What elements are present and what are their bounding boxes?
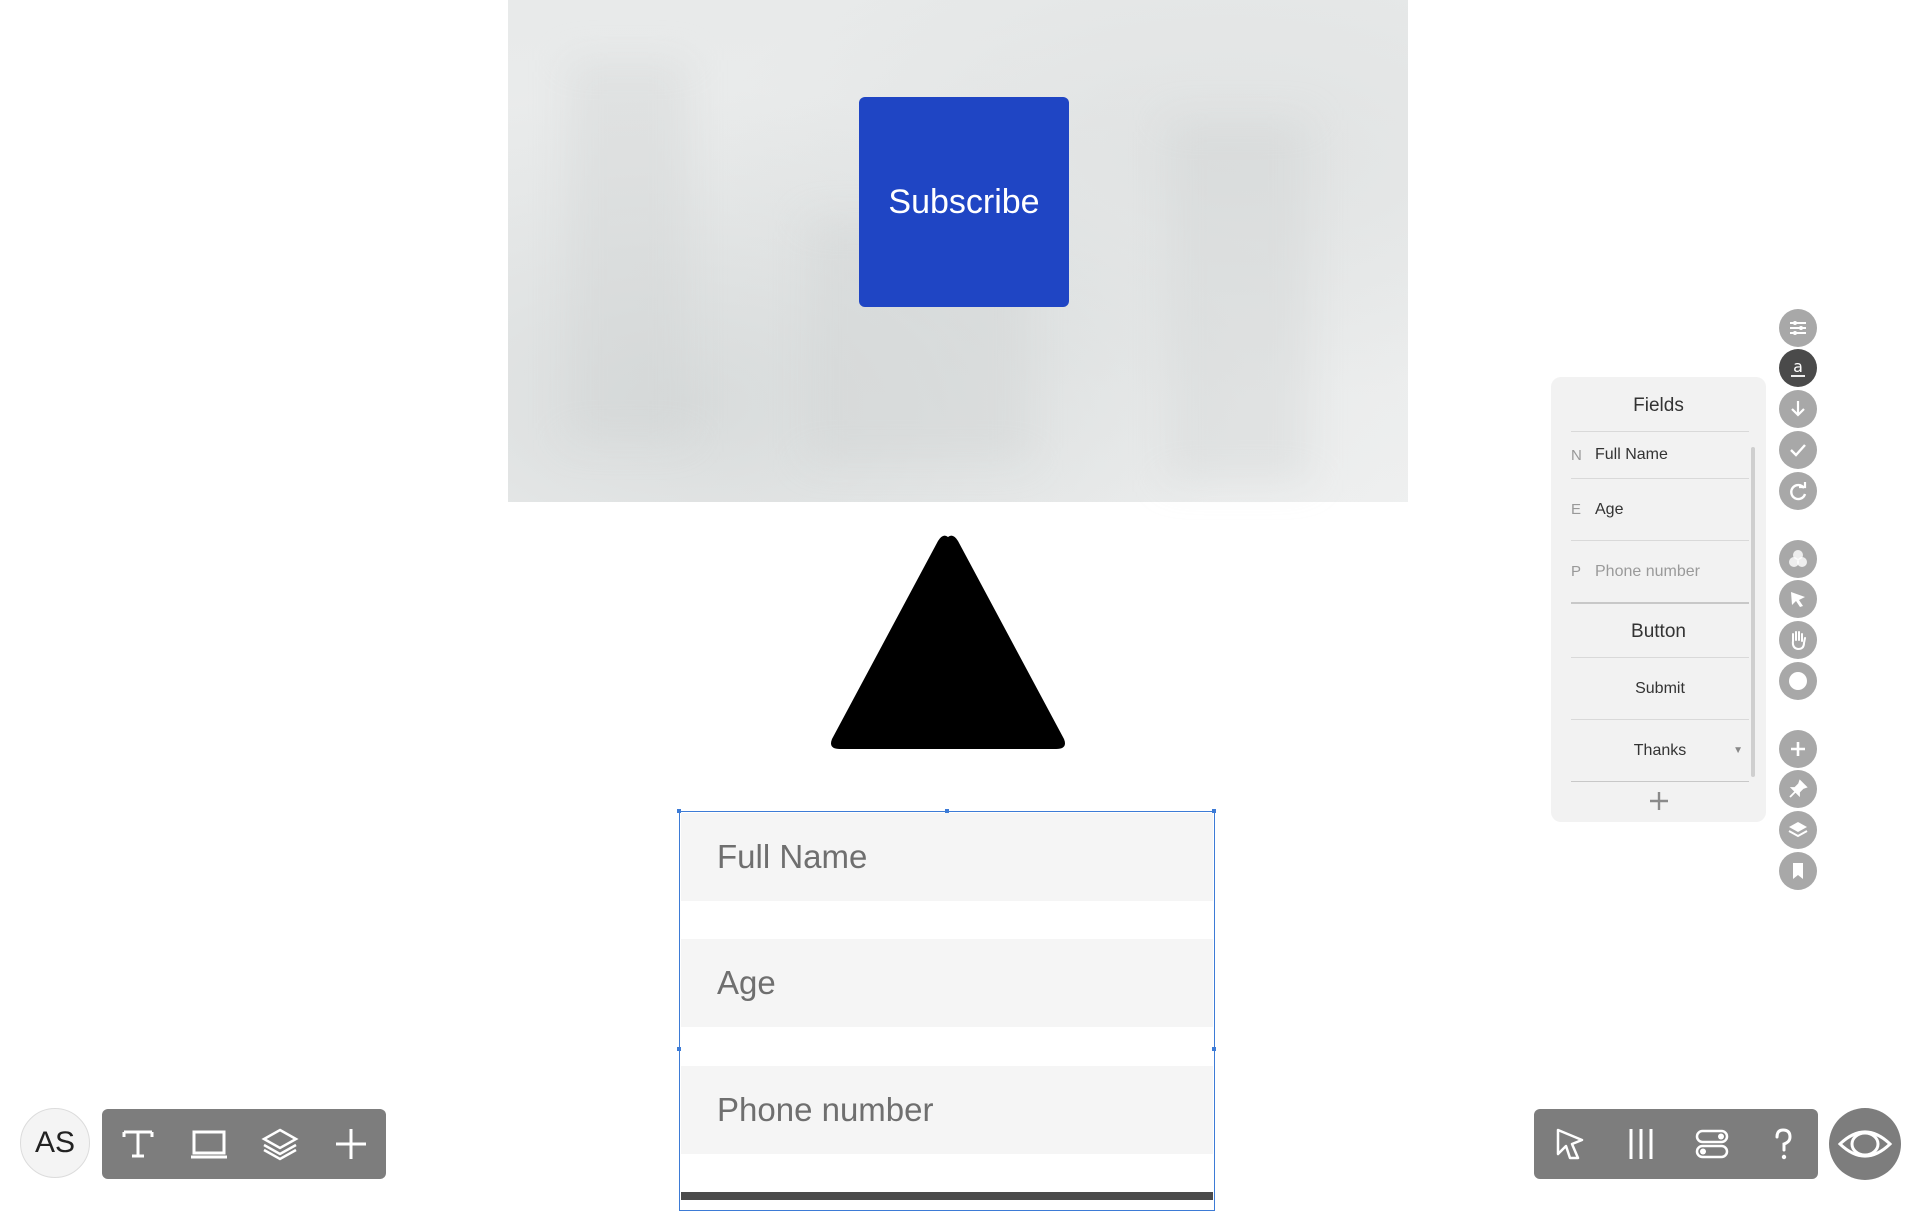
phone-number-field[interactable]: Phone number <box>681 1066 1213 1154</box>
form-submit-button[interactable] <box>681 1192 1213 1200</box>
frame-tool-button[interactable] <box>173 1109 244 1179</box>
add-icon <box>335 1129 366 1159</box>
adjust-icon <box>1790 321 1806 335</box>
age-placeholder: Age <box>717 964 776 1001</box>
layers-icon <box>260 1128 299 1161</box>
redo-icon <box>1790 482 1807 501</box>
panel-scrollbar[interactable] <box>1751 447 1755 777</box>
button-item-label: Thanks <box>1633 741 1687 759</box>
rail-redo-button[interactable] <box>1779 472 1817 510</box>
rail-pointer-button[interactable] <box>1779 580 1817 618</box>
columns-icon <box>1629 1129 1652 1159</box>
bottom-left-toolbar <box>102 1109 386 1179</box>
rail-adjust-button[interactable] <box>1779 309 1817 347</box>
rail-shadow-button[interactable] <box>1779 662 1817 700</box>
image-texture <box>1168 120 1308 480</box>
button-item-label: Submit <box>1635 679 1685 697</box>
layers-tool-button[interactable] <box>244 1109 315 1179</box>
text-style-icon: a <box>1791 357 1805 377</box>
add-icon <box>1791 742 1805 756</box>
text-tool-button[interactable] <box>102 1109 173 1179</box>
select-tool-icon <box>1556 1128 1583 1160</box>
resize-handle[interactable] <box>1212 1047 1216 1051</box>
frame-tool-icon <box>190 1130 227 1159</box>
text-tool-icon <box>122 1130 153 1158</box>
check-icon <box>1790 444 1806 457</box>
rail-check-button[interactable] <box>1779 431 1817 469</box>
toggle-icon <box>1695 1129 1728 1159</box>
age-field[interactable]: Age <box>681 939 1213 1027</box>
svg-text:a: a <box>1793 357 1803 376</box>
panel-divider <box>1571 781 1749 782</box>
phone-number-placeholder: Phone number <box>717 1091 934 1128</box>
hand-icon <box>1791 631 1806 651</box>
button-section-title: Button <box>1631 621 1686 642</box>
button-item-submit[interactable]: Submit <box>1571 657 1749 719</box>
resize-handle[interactable] <box>677 1047 681 1051</box>
bottom-right-toolbar <box>1534 1109 1818 1179</box>
rail-hand-button[interactable] <box>1779 621 1817 659</box>
add-icon <box>1650 792 1668 810</box>
rail-bookmark-button[interactable] <box>1779 852 1817 890</box>
layers-icon <box>1788 822 1808 838</box>
field-row-age[interactable]: E Age <box>1571 478 1749 540</box>
panel-divider <box>1571 602 1749 604</box>
fields-panel-title: Fields <box>1633 395 1684 416</box>
colors-icon <box>1789 550 1807 567</box>
subscribe-button[interactable]: Subscribe <box>859 97 1069 307</box>
full-name-field[interactable]: Full Name <box>681 813 1213 901</box>
field-label: Phone number <box>1595 562 1700 580</box>
field-row-full-name[interactable]: N Full Name <box>1571 431 1749 478</box>
help-button[interactable] <box>1747 1109 1818 1179</box>
rail-layers-button[interactable] <box>1779 811 1817 849</box>
chevron-down-icon[interactable]: ▼ <box>1733 745 1743 756</box>
pin-icon <box>1789 779 1808 798</box>
field-letter: N <box>1571 446 1582 464</box>
add-field-button[interactable] <box>1643 785 1675 817</box>
preview-button[interactable] <box>1829 1108 1901 1180</box>
rail-text-style-button[interactable]: a <box>1779 349 1817 387</box>
field-label: Age <box>1595 500 1624 518</box>
field-letter: P <box>1571 563 1582 580</box>
field-row-phone-number[interactable]: P Phone number <box>1571 540 1749 602</box>
select-tool-button[interactable] <box>1534 1109 1605 1179</box>
toggle-button[interactable] <box>1676 1109 1747 1179</box>
columns-button[interactable] <box>1605 1109 1676 1179</box>
triangle-shape[interactable] <box>828 533 1068 751</box>
user-avatar[interactable]: AS <box>20 1108 90 1178</box>
rail-pin-button[interactable] <box>1779 770 1817 808</box>
pointer-icon <box>1791 592 1805 607</box>
rail-download-button[interactable] <box>1779 390 1817 428</box>
bookmark-icon <box>1793 863 1803 879</box>
fields-panel: Fields N Full Name E Age P Phone number … <box>1551 377 1766 822</box>
field-label: Full Name <box>1595 446 1668 463</box>
field-letter: E <box>1571 501 1582 518</box>
rail-add-button[interactable] <box>1779 730 1817 768</box>
help-icon <box>1775 1128 1792 1160</box>
full-name-placeholder: Full Name <box>717 838 868 875</box>
shadow-icon <box>1789 672 1807 690</box>
add-element-button[interactable] <box>315 1109 386 1179</box>
download-icon <box>1791 401 1805 417</box>
image-texture <box>568 60 688 440</box>
rail-colors-button[interactable] <box>1779 540 1817 578</box>
button-item-thanks[interactable]: Thanks ▼ <box>1571 719 1749 781</box>
eye-icon <box>1837 1130 1893 1158</box>
